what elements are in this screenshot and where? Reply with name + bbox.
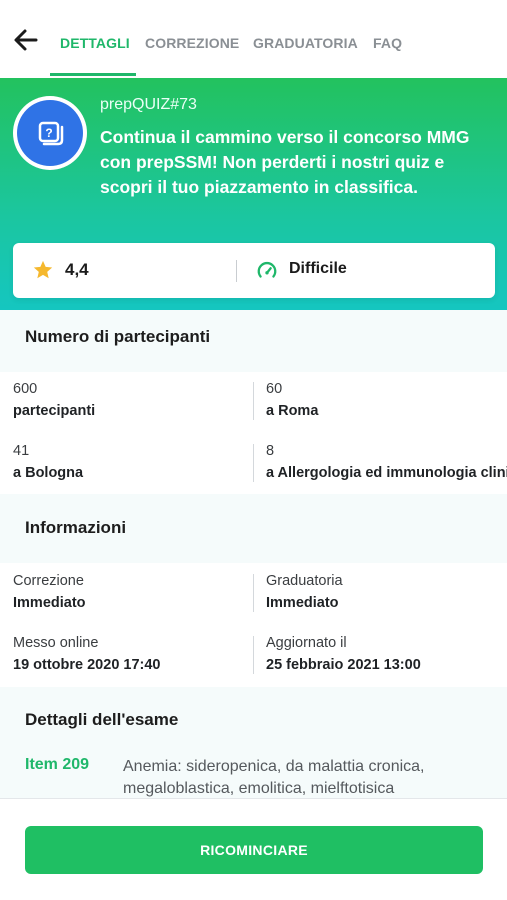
tab-faq[interactable]: FAQ — [373, 35, 402, 51]
participants-count-caption: partecipanti — [13, 403, 96, 419]
correction-value: Immediato — [13, 595, 86, 611]
participants-panel: 600 partecipanti 60 a Roma 41 a Bologna … — [0, 372, 507, 494]
participants-rome-count: 60 — [266, 381, 283, 397]
exam-item-text: Anemia: sideropenica, da malattia cronic… — [123, 758, 425, 797]
difficulty-label: Difficile — [289, 260, 347, 277]
quiz-badge: ? — [13, 96, 87, 170]
top-bar: DETTAGLI CORREZIONE GRADUATORIA FAQ — [0, 0, 507, 78]
svg-text:?: ? — [45, 126, 52, 140]
ranking-label: Graduatoria — [266, 573, 343, 589]
quiz-cards-icon: ? — [38, 121, 64, 146]
divider — [253, 636, 254, 674]
rating-card: 4,4 Difficile — [13, 243, 495, 298]
exam-item-code: Item 209 — [25, 756, 90, 773]
correction-label: Correzione — [13, 573, 84, 589]
divider — [253, 382, 254, 420]
rating-value: 4,4 — [65, 260, 89, 279]
participants-specialty-count: 8 — [266, 443, 275, 459]
participants-bologna-caption: a Bologna — [13, 465, 84, 481]
participants-rome-caption: a Roma — [266, 403, 319, 419]
section-title-exam: Dettagli dell'esame — [25, 710, 179, 729]
restart-button[interactable]: RICOMINCIARE — [25, 826, 483, 874]
section-title-info: Informazioni — [25, 518, 127, 537]
divider — [253, 444, 254, 482]
published-label: Messo online — [13, 635, 99, 651]
divider — [236, 260, 237, 282]
participants-count: 600 — [13, 381, 38, 397]
updated-label: Aggiornato il — [266, 635, 347, 651]
star-icon — [33, 260, 53, 279]
info-panel: Correzione Immediato Graduatoria Immedia… — [0, 563, 507, 687]
tab-correzione[interactable]: CORREZIONE — [145, 35, 239, 51]
ranking-value: Immediato — [266, 595, 339, 611]
participants-bologna-count: 41 — [13, 443, 30, 459]
tab-dettagli[interactable]: DETTAGLI — [60, 35, 130, 51]
arrow-left-icon[interactable] — [12, 26, 40, 54]
participants-specialty-caption: a Allergologia ed immunologia clinica — [266, 465, 507, 481]
quiz-id: prepQUIZ#73 — [100, 96, 197, 113]
updated-value: 25 febbraio 2021 13:00 — [266, 657, 421, 673]
tab-graduatoria[interactable]: GRADUATORIA — [253, 35, 358, 51]
published-value: 19 ottobre 2020 17:40 — [13, 657, 161, 673]
quiz-description: Continua il cammino verso il concorso MM… — [100, 127, 470, 197]
section-title-participants: Numero di partecipanti — [25, 327, 211, 346]
active-tab-indicator — [50, 73, 136, 76]
gauge-icon — [257, 261, 277, 278]
divider — [253, 574, 254, 612]
